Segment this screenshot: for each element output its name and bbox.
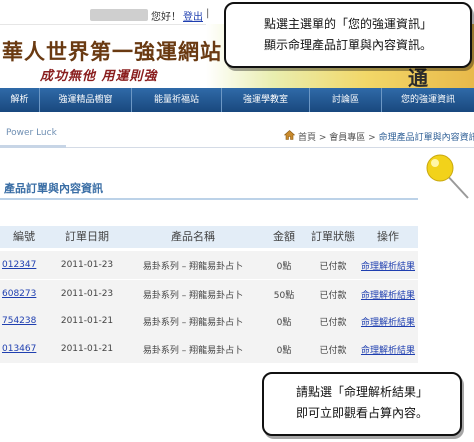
order-status: 已付款 — [319, 345, 347, 356]
tab-underline — [0, 145, 66, 148]
column-header-action: 操作 — [377, 230, 399, 243]
section-underline — [0, 198, 418, 200]
instruction-callout-bottom: 請點選「命理解析結果」 即可立即觀看占算內容。 — [262, 372, 462, 436]
column-header-amount: 金額 — [273, 230, 295, 243]
table-row: 608273 2011-01-23 易卦系列 – 翔龍易卦占卜 50點 已付款 … — [0, 280, 418, 308]
home-icon[interactable] — [284, 130, 295, 140]
nav-item-boutique[interactable]: 強運精品櫥窗 — [40, 88, 132, 112]
callout-bottom-line2: 即可立即觀看占算內容。 — [295, 406, 428, 420]
product-name: 易卦系列 – 翔龍易卦占卜 — [142, 290, 244, 301]
nav-item-classroom[interactable]: 強運學教室 — [222, 88, 310, 112]
header-separator: | — [206, 8, 210, 19]
order-status: 已付款 — [319, 290, 347, 301]
callout-top-line2: 顯示命理產品訂單與內容資訊。 — [263, 38, 432, 52]
order-id-link[interactable]: 012347 — [0, 260, 48, 270]
blurred-username — [90, 9, 148, 21]
order-date: 2011-01-21 — [60, 344, 114, 354]
main-nav: 解析 強運精品櫥窗 能量祈福站 強運學教室 討論區 您的強運資訊 — [0, 88, 474, 112]
order-amount: 0點 — [276, 317, 292, 328]
order-id-link[interactable]: 013467 — [0, 344, 48, 354]
order-id-link[interactable]: 608273 — [0, 289, 48, 299]
site-title: 華人世界第一強運網站 — [2, 39, 222, 64]
analysis-result-link[interactable]: 命理解析結果 — [358, 259, 418, 272]
table-row: 012347 2011-01-23 易卦系列 – 翔龍易卦占卜 0點 已付款 命… — [0, 251, 418, 279]
column-header-id: 編號 — [13, 230, 35, 243]
table-header: 編號 訂單日期 產品名稱 金額 訂單狀態 操作 — [0, 226, 418, 248]
nav-item-blessing[interactable]: 能量祈福站 — [132, 88, 222, 112]
order-amount: 0點 — [276, 345, 292, 356]
product-name: 易卦系列 – 翔龍易卦占卜 — [142, 345, 244, 356]
order-id-link[interactable]: 754238 — [0, 316, 48, 326]
order-date: 2011-01-23 — [60, 260, 114, 270]
analysis-result-link[interactable]: 命理解析結果 — [358, 343, 418, 356]
order-date: 2011-01-21 — [60, 316, 114, 326]
breadcrumb-current: 命理產品訂單與內容資訊 — [378, 133, 474, 143]
order-status: 已付款 — [319, 261, 347, 272]
nav-item-forum[interactable]: 討論區 — [310, 88, 382, 112]
section-title: 產品訂單與內容資訊 — [4, 182, 103, 195]
breadcrumb-member-area[interactable]: 會員專區 — [329, 133, 365, 143]
pushpin-icon — [426, 154, 469, 199]
power-luck-tab: Power Luck — [6, 128, 57, 138]
breadcrumb-separator: > — [365, 133, 379, 143]
breadcrumb: 首頁 > 會員專區 > 命理產品訂單與內容資訊 — [298, 130, 474, 143]
nav-item-your-info[interactable]: 您的強運資訊 — [382, 88, 474, 112]
breadcrumb-separator: > — [316, 133, 330, 143]
order-amount: 0點 — [276, 261, 292, 272]
order-date: 2011-01-23 — [60, 289, 114, 299]
column-header-status: 訂單狀態 — [311, 230, 355, 243]
instruction-callout-top: 點選主選單的「您的強運資訊」 顯示命理產品訂單與內容資訊。 — [224, 2, 472, 68]
product-name: 易卦系列 – 翔龍易卦占卜 — [142, 317, 244, 328]
table-row: 754238 2011-01-21 易卦系列 – 翔龍易卦占卜 0點 已付款 命… — [0, 307, 418, 335]
product-name: 易卦系列 – 翔龍易卦占卜 — [142, 261, 244, 272]
nav-item-analysis[interactable]: 解析 — [0, 88, 40, 112]
analysis-result-link[interactable]: 命理解析結果 — [358, 288, 418, 301]
table-row: 013467 2011-01-21 易卦系列 – 翔龍易卦占卜 0點 已付款 命… — [0, 335, 418, 363]
breadcrumb-home[interactable]: 首頁 — [298, 133, 316, 143]
order-amount: 50點 — [273, 290, 295, 301]
logout-link[interactable]: 登出 — [183, 8, 203, 23]
column-header-product: 產品名稱 — [171, 230, 215, 243]
callout-bottom-line1: 請點選「命理解析結果」 — [295, 385, 428, 399]
greeting-text: 您好！ — [151, 12, 181, 23]
header-divider — [0, 24, 206, 25]
site-slogan: 成功無他 用運則強 — [40, 69, 158, 84]
callout-top-line1: 點選主選單的「您的強運資訊」 — [263, 17, 432, 31]
order-status: 已付款 — [319, 317, 347, 328]
analysis-result-link[interactable]: 命理解析結果 — [358, 315, 418, 328]
column-header-date: 訂單日期 — [65, 230, 109, 243]
